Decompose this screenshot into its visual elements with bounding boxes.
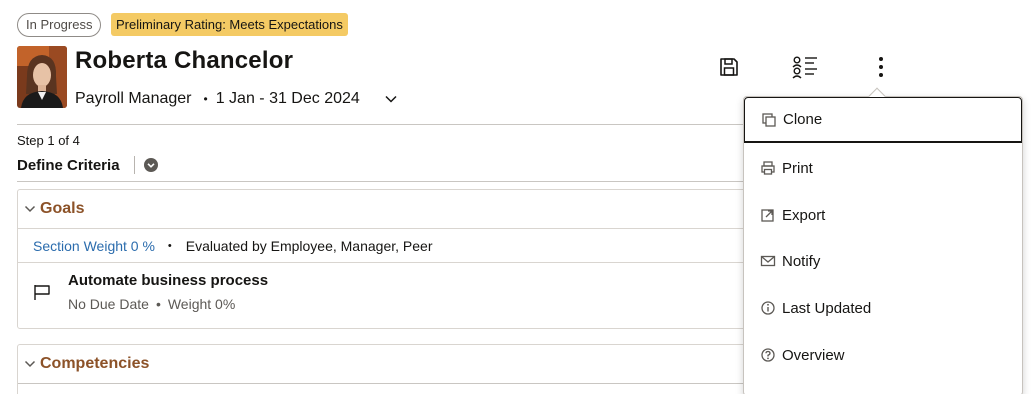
more-actions-icon[interactable] bbox=[868, 54, 894, 80]
clone-icon bbox=[761, 112, 777, 128]
menu-item-label: Notify bbox=[782, 252, 821, 270]
rating-badge: Preliminary Rating: Meets Expectations bbox=[111, 13, 348, 36]
chevron-down-icon[interactable] bbox=[24, 203, 36, 215]
chevron-down-icon[interactable] bbox=[24, 358, 36, 370]
more-actions-menu: Clone Print Export Notify Last Updated O… bbox=[743, 87, 1023, 394]
print-icon bbox=[760, 160, 776, 176]
mail-icon bbox=[760, 253, 776, 269]
goal-details: No Due Date • Weight 0% bbox=[68, 296, 235, 312]
subline-separator: • bbox=[203, 92, 208, 106]
goal-details-dot: • bbox=[155, 296, 161, 312]
chevron-down-icon[interactable] bbox=[384, 92, 398, 106]
participants-list-icon[interactable] bbox=[792, 54, 818, 80]
menu-item-overview[interactable]: Overview bbox=[744, 332, 1022, 378]
menu-item-last-updated[interactable]: Last Updated bbox=[744, 285, 1022, 331]
info-icon bbox=[760, 300, 776, 316]
page: In Progress Preliminary Rating: Meets Ex… bbox=[0, 0, 1034, 394]
menu-item-label: Print bbox=[782, 159, 813, 177]
menu-item-label: Overview bbox=[782, 346, 845, 364]
section-weight-link[interactable]: Section Weight 0 % bbox=[33, 238, 155, 254]
goals-section-title: Goals bbox=[40, 200, 85, 217]
menu-item-notify[interactable]: Notify bbox=[744, 238, 1022, 284]
step-separator bbox=[133, 156, 135, 174]
menu-item-clone[interactable]: Clone bbox=[744, 97, 1022, 143]
employee-subline: Payroll Manager • 1 Jan - 31 Dec 2024 bbox=[75, 89, 398, 109]
flag-icon bbox=[33, 283, 51, 306]
menu-item-label: Clone bbox=[783, 111, 823, 128]
employee-name: Roberta Chancelor bbox=[75, 47, 294, 74]
review-period: 1 Jan - 31 Dec 2024 bbox=[215, 90, 360, 107]
goal-title[interactable]: Automate business process bbox=[68, 272, 268, 289]
step-title-text: Define Criteria bbox=[17, 156, 120, 174]
employee-role: Payroll Manager bbox=[75, 90, 192, 107]
step-indicator: Step 1 of 4 bbox=[17, 133, 80, 148]
help-icon bbox=[760, 347, 776, 363]
goal-due-date: No Due Date bbox=[68, 296, 149, 312]
menu-item-print[interactable]: Print bbox=[744, 145, 1022, 191]
step-dropdown-icon[interactable] bbox=[143, 158, 158, 172]
menu-item-label: Export bbox=[782, 206, 826, 224]
menu-item-export[interactable]: Export bbox=[744, 192, 1022, 238]
step-title: Define Criteria bbox=[17, 156, 158, 174]
menu-item-label: Last Updated bbox=[782, 299, 872, 317]
meta-bullet: • bbox=[167, 239, 172, 252]
evaluated-by: Evaluated by Employee, Manager, Peer bbox=[185, 237, 433, 254]
goal-weight: Weight 0% bbox=[167, 296, 236, 312]
status-badge: In Progress bbox=[17, 13, 102, 37]
avatar bbox=[17, 46, 67, 108]
export-icon bbox=[760, 207, 776, 223]
competencies-section-title: Competencies bbox=[40, 355, 150, 372]
save-icon[interactable] bbox=[716, 54, 742, 80]
